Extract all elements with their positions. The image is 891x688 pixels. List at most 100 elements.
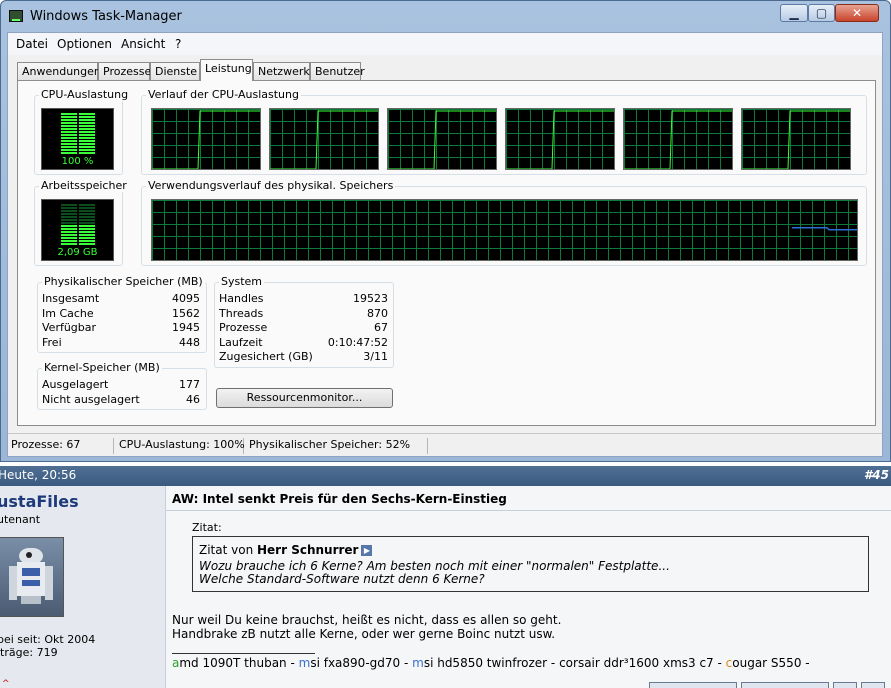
- sys-row-uptime: Laufzeit 0:10:47:52: [219, 336, 388, 350]
- cpu-meter-segment: [79, 128, 95, 130]
- memory-meter-segment: [61, 225, 77, 227]
- cpu-core-graph: [269, 108, 379, 170]
- memory-meter-segment: [61, 240, 77, 242]
- cpu-meter-segment: [79, 137, 95, 139]
- cpu-meter-segment: [61, 134, 77, 136]
- signature-part: si fxa890-gd70 -: [310, 656, 413, 670]
- post-action-button-2[interactable]: [741, 682, 829, 688]
- signature-part: m: [412, 656, 424, 670]
- phys-row-cache: Im Cache 1562: [42, 307, 200, 321]
- cpu-meter-segment: [61, 143, 77, 145]
- sys-row-handles: Handles 19523: [219, 292, 388, 306]
- kernel-memory-group: Kernel-Speicher (MB) Ausgelagert 177 Nich…: [37, 361, 207, 410]
- avatar[interactable]: [0, 537, 64, 617]
- quote-line-2: Welche Standard-Software nutzt denn 6 Ke…: [199, 572, 485, 586]
- kernel-row-nonpaged: Nicht ausgelagert 46: [42, 393, 200, 407]
- user-info-panel: ustaFiles utenant bei seit: Okt 2004 itr…: [0, 486, 166, 688]
- post-text-line-1: Nur weil Du keine brauchst, heißt es nic…: [172, 613, 562, 627]
- post-action-button-4[interactable]: [861, 682, 885, 688]
- maximize-button[interactable]: ▢: [808, 4, 835, 22]
- sys-value-uptime: 0:10:47:52: [327, 336, 388, 349]
- menu-datei[interactable]: Datei: [16, 37, 48, 51]
- sys-label-commit: Zugesichert (GB): [219, 350, 313, 363]
- status-bar: Prozesse: 67 CPU-Auslastung: 100% Physik…: [8, 433, 882, 456]
- kernel-value-nonpaged: 46: [186, 393, 200, 406]
- sys-value-commit: 3/11: [363, 350, 388, 363]
- memory-meter-segment: [61, 243, 77, 245]
- view-post-icon[interactable]: ▶: [361, 545, 373, 556]
- cpu-meter-segment: [79, 134, 95, 136]
- memory-meter-segment: [61, 237, 77, 239]
- cpu-core-line: [506, 110, 614, 169]
- minimize-button[interactable]: ▁: [780, 4, 808, 22]
- cpu-meter-segment: [61, 125, 77, 127]
- phys-value-free: 448: [179, 336, 200, 349]
- status-cpu: CPU-Auslastung: 100%: [116, 438, 245, 454]
- memory-meter-segment: [79, 234, 95, 236]
- cpu-core-line: [270, 110, 378, 169]
- memory-meter-segment: [79, 213, 95, 215]
- phys-label-available: Verfügbar: [42, 321, 97, 334]
- memory-meter-segment: [61, 228, 77, 230]
- phys-value-available: 1945: [172, 321, 200, 334]
- quote-prefix: Zitat von: [199, 543, 257, 557]
- kernel-row-paged: Ausgelagert 177: [42, 378, 200, 392]
- user-join-date: bei seit: Okt 2004: [0, 633, 96, 646]
- menu-optionen[interactable]: Optionen: [57, 37, 112, 51]
- memory-group: Arbeitsspeicher 2,09 GB: [34, 179, 129, 266]
- memory-meter-segment: [61, 207, 77, 209]
- sys-label-processes: Prozesse: [219, 321, 268, 334]
- tab-benutzer[interactable]: Benutzer: [310, 62, 365, 80]
- cpu-core-line: [388, 110, 496, 169]
- signature: amd 1090T thuban - msi fxa890-gd70 - msi…: [172, 656, 810, 670]
- title-bar[interactable]: Windows Task-Manager ▁ ▢ ✕: [1, 1, 890, 31]
- resource-monitor-button[interactable]: Ressourcenmonitor...: [216, 388, 393, 408]
- cpu-meter-segment: [61, 113, 77, 115]
- menu-ansicht[interactable]: Ansicht: [121, 37, 165, 51]
- cpu-meter-segment: [79, 116, 95, 118]
- tab-leistung[interactable]: Leistung: [200, 59, 253, 81]
- memory-meter-segment: [61, 222, 77, 224]
- cpu-core-graph: [387, 108, 497, 170]
- post-action-button-1[interactable]: [649, 682, 737, 688]
- memory-meter-segment: [61, 231, 77, 233]
- cpu-usage-group: CPU-Auslastung 100 %: [34, 88, 131, 175]
- physical-memory-group: Physikalischer Speicher (MB) Insgesamt 40…: [37, 275, 207, 353]
- cpu-meter-segment: [79, 146, 95, 148]
- performance-panel: CPU-Auslastung 100 % Verlauf der CPU-Aus…: [17, 80, 876, 426]
- cpu-meter-segment: [79, 152, 95, 154]
- tab-prozesse[interactable]: Prozesse: [98, 62, 151, 80]
- cpu-history-title: Verlauf der CPU-Auslastung: [146, 88, 301, 101]
- tab-dienste[interactable]: Dienste: [150, 62, 200, 80]
- memory-meter-segment: [79, 225, 95, 227]
- signature-divider: [172, 653, 315, 654]
- cpu-core-line: [742, 110, 850, 169]
- phys-label-total: Insgesamt: [42, 292, 100, 305]
- phys-label-free: Frei: [42, 336, 62, 349]
- close-button[interactable]: ✕: [835, 4, 879, 22]
- robot-avatar-icon: [9, 548, 53, 604]
- post-action-button-3[interactable]: [833, 682, 857, 688]
- cpu-meter-segment: [79, 113, 95, 115]
- memory-meter-segment: [61, 234, 77, 236]
- phys-label-cache: Im Cache: [42, 307, 94, 320]
- memory-title: Arbeitsspeicher: [39, 179, 129, 192]
- cpu-usage-title: CPU-Auslastung: [39, 88, 131, 101]
- sys-label-handles: Handles: [219, 292, 264, 305]
- memory-history-group: Verwendungsverlauf des physikal. Speiche…: [141, 179, 867, 266]
- phys-row-available: Verfügbar 1945: [42, 321, 200, 335]
- phys-row-free: Frei 448: [42, 336, 200, 350]
- tab-netzwerk[interactable]: Netzwerk: [253, 62, 310, 80]
- memory-meter-segment: [79, 204, 95, 206]
- menu-help[interactable]: ?: [175, 37, 181, 51]
- memory-meter-segment: [61, 219, 77, 221]
- cpu-meter-segment: [61, 146, 77, 148]
- quote-author: Herr Schnurrer: [257, 543, 359, 557]
- signature-part: c: [559, 656, 566, 670]
- tab-anwendungen[interactable]: Anwendungen: [17, 62, 101, 80]
- cpu-meter-segment: [61, 122, 77, 124]
- cpu-usage-meter: 100 %: [41, 108, 114, 170]
- cpu-meter-segment: [79, 149, 95, 151]
- username-link[interactable]: ustaFiles: [0, 492, 79, 511]
- post-number-link[interactable]: #45: [864, 468, 889, 482]
